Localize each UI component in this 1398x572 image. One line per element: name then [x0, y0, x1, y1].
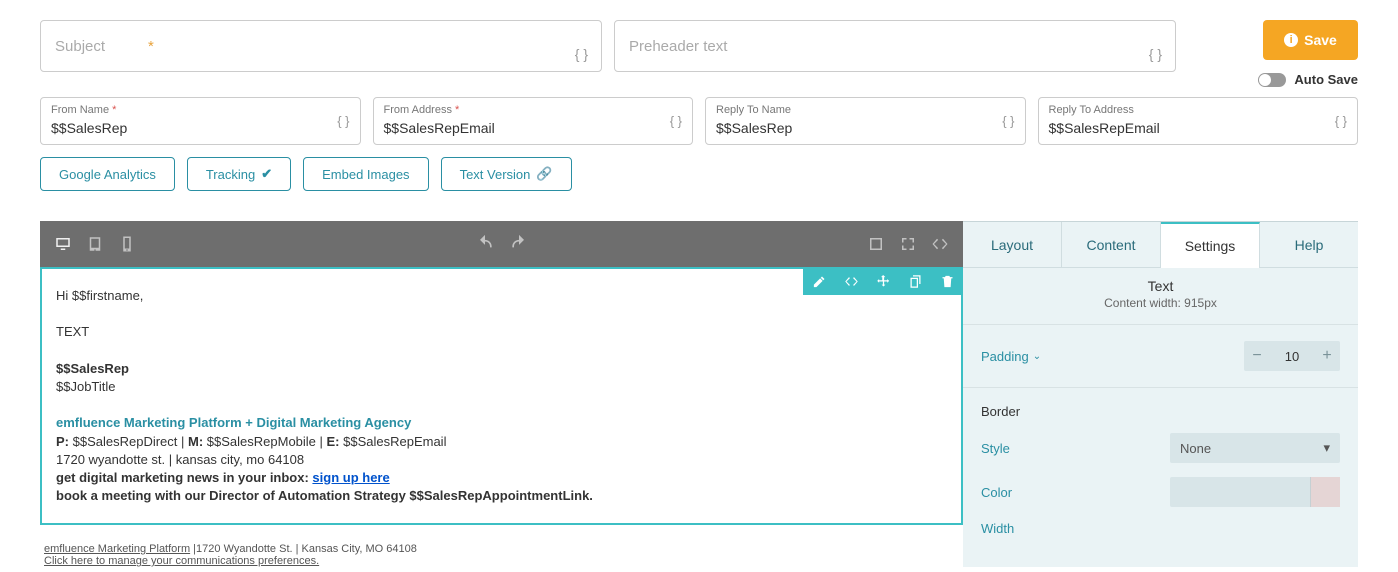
copy-icon[interactable] — [899, 267, 931, 295]
link-icon: 🔗 — [536, 166, 552, 182]
reply-address-field[interactable]: Reply To Address $$SalesRepEmail { } — [1038, 97, 1359, 145]
info-icon: i — [1284, 33, 1298, 47]
editor-canvas[interactable]: Hi $$firstname, TEXT $$SalesRep $$JobTit… — [40, 267, 963, 525]
padding-input[interactable] — [1270, 341, 1314, 371]
from-name-field[interactable]: From Name * $$SalesRep { } — [40, 97, 361, 145]
move-icon[interactable] — [867, 267, 899, 295]
from-address-field[interactable]: From Address * $$SalesRepEmail { } — [373, 97, 694, 145]
footer-brand-link[interactable]: emfluence Marketing Platform — [44, 543, 190, 555]
news-line: get digital marketing news in your inbox… — [56, 469, 947, 487]
body-text: TEXT — [56, 323, 947, 341]
autosave-label: Auto Save — [1294, 72, 1358, 87]
block-code-icon[interactable] — [835, 267, 867, 295]
preheader-token-icon[interactable]: { } — [1149, 46, 1162, 62]
jobtitle-token: $$JobTitle — [56, 378, 947, 396]
text-version-button[interactable]: Text Version🔗 — [441, 157, 572, 191]
google-analytics-button[interactable]: Google Analytics — [40, 157, 175, 191]
signup-link[interactable]: sign up here — [312, 470, 389, 485]
required-asterisk: * — [148, 38, 154, 55]
block-actions — [803, 267, 963, 295]
padding-stepper: − + — [1244, 341, 1340, 371]
color-swatch — [1310, 477, 1340, 507]
border-width-label: Width — [981, 521, 1014, 536]
preheader-input[interactable] — [614, 20, 1176, 72]
subject-token-icon[interactable]: { } — [575, 46, 588, 62]
tab-settings[interactable]: Settings — [1161, 222, 1260, 268]
edit-icon[interactable] — [803, 267, 835, 295]
token-icon[interactable]: { } — [670, 114, 682, 129]
reply-name-field[interactable]: Reply To Name $$SalesRep { } — [705, 97, 1026, 145]
subject-input[interactable] — [40, 20, 602, 72]
padding-increase[interactable]: + — [1314, 341, 1340, 371]
settings-panel: Layout Content Settings Help Text Conten… — [963, 221, 1358, 567]
padding-decrease[interactable]: − — [1244, 341, 1270, 371]
border-style-label: Style — [981, 441, 1010, 456]
autosave-toggle[interactable] — [1258, 73, 1286, 87]
expand-icon[interactable] — [899, 235, 917, 253]
chevron-down-icon: ⌄ — [1033, 351, 1041, 362]
code-view-icon[interactable] — [931, 235, 949, 253]
dropdown-caret-icon: ▾ — [1323, 440, 1330, 456]
undo-icon[interactable] — [475, 234, 495, 254]
editor-toolbar — [40, 221, 963, 267]
embed-images-button[interactable]: Embed Images — [303, 157, 428, 191]
delete-icon[interactable] — [931, 267, 963, 295]
preheader-field: { } — [614, 20, 1176, 87]
redo-icon[interactable] — [509, 234, 529, 254]
preferences-link[interactable]: Click here to manage your communications… — [44, 555, 319, 567]
desktop-view-icon[interactable] — [54, 235, 72, 253]
phone-line: P: $$SalesRepDirect | M: $$SalesRepMobil… — [56, 433, 947, 451]
border-color-picker[interactable] — [1170, 477, 1340, 507]
mobile-view-icon[interactable] — [118, 235, 136, 253]
company-name: emfluence Marketing Platform + Digital M… — [56, 414, 947, 432]
check-icon: ✔ — [261, 166, 272, 182]
border-style-select[interactable]: None ▾ — [1170, 433, 1340, 463]
email-footer: emfluence Marketing Platform |1720 Wyand… — [40, 543, 963, 567]
tab-help[interactable]: Help — [1260, 222, 1358, 268]
save-button[interactable]: i Save — [1263, 20, 1358, 60]
border-section-label: Border — [981, 404, 1340, 419]
tablet-view-icon[interactable] — [86, 235, 104, 253]
tab-content[interactable]: Content — [1062, 222, 1161, 268]
autosave-toggle-row: Auto Save — [1258, 72, 1358, 87]
square-icon[interactable] — [867, 235, 885, 253]
address-line: 1720 wyandotte st. | kansas city, mo 641… — [56, 451, 947, 469]
tracking-button[interactable]: Tracking✔ — [187, 157, 291, 191]
token-icon[interactable]: { } — [1335, 114, 1347, 129]
salesrep-token: $$SalesRep — [56, 361, 129, 376]
tab-layout[interactable]: Layout — [963, 222, 1062, 268]
meeting-line: book a meeting with our Director of Auto… — [56, 488, 593, 503]
token-icon[interactable]: { } — [337, 114, 349, 129]
border-color-label: Color — [981, 485, 1012, 500]
padding-label[interactable]: Padding ⌄ — [981, 349, 1041, 364]
token-icon[interactable]: { } — [1002, 114, 1014, 129]
subject-field: * { } — [40, 20, 602, 87]
panel-header: Text Content width: 915px — [963, 268, 1358, 325]
